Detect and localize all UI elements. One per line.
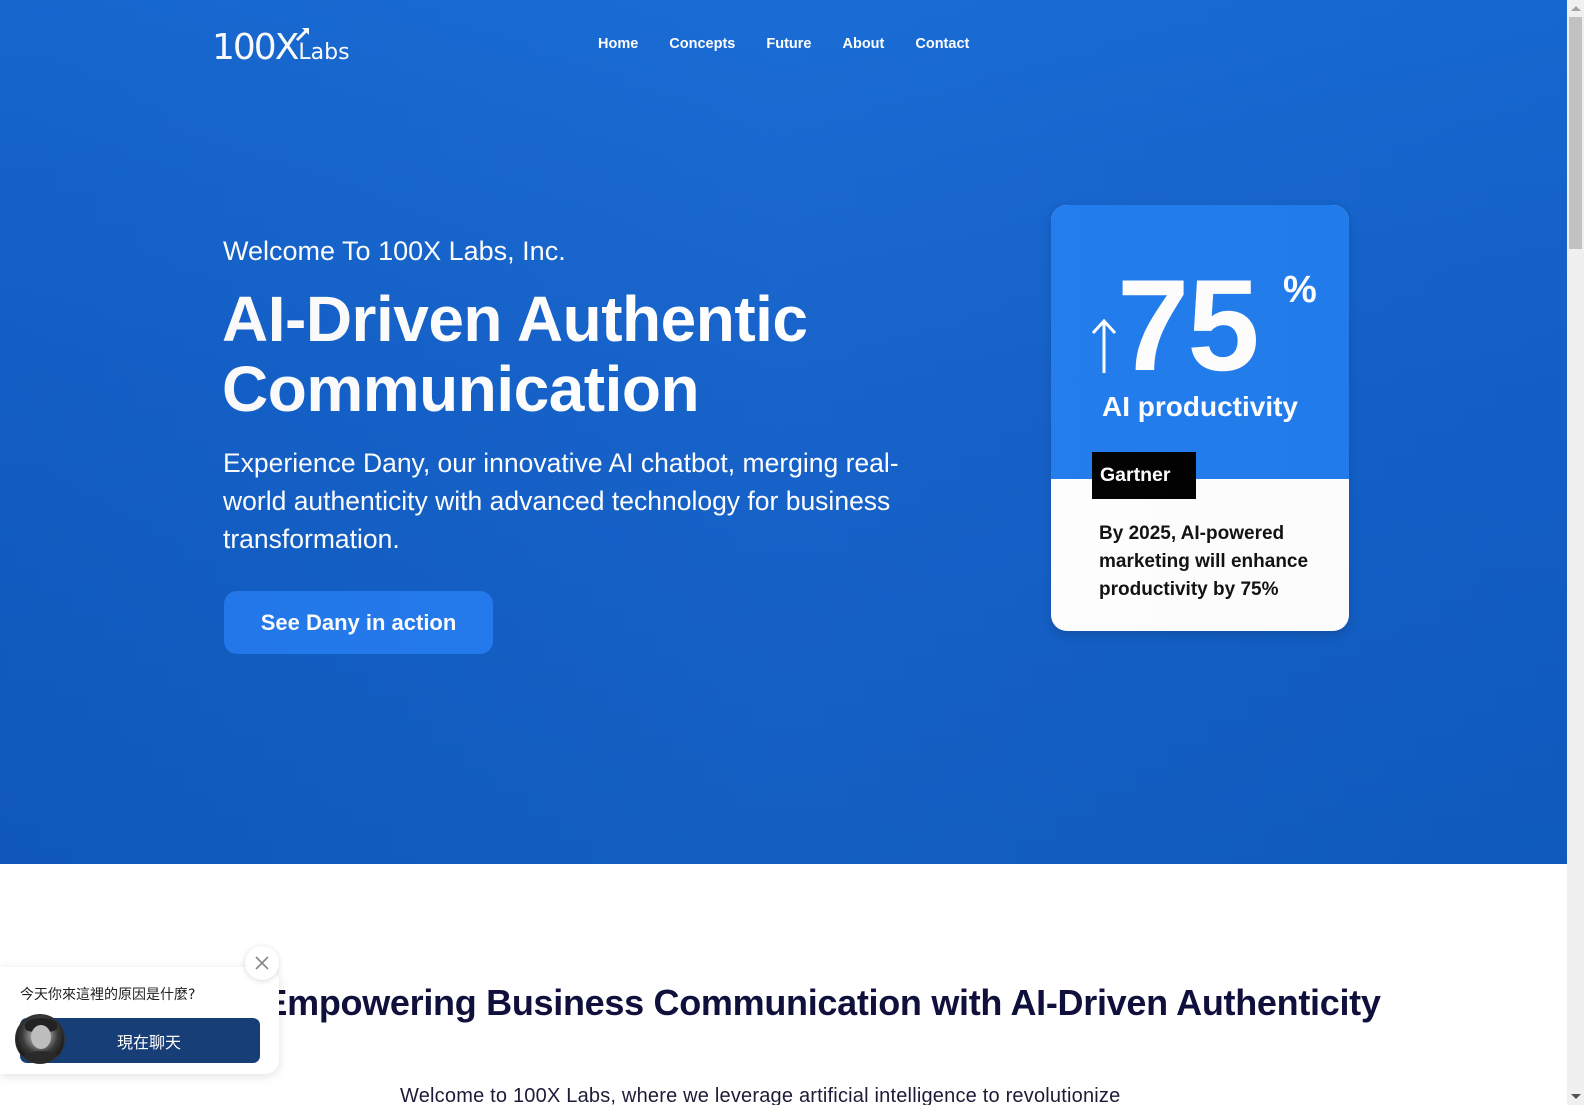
scroll-thumb[interactable]: [1569, 17, 1582, 249]
stat-quote: By 2025, AI-powered marketing will enhan…: [1099, 523, 1309, 600]
section-title-text: Empowering Business Communication with A…: [263, 982, 1381, 1023]
chat-widget: 今天你來這裡的原因是什麼? 現在聊天: [0, 967, 279, 1074]
logo-arrow-icon: [295, 28, 309, 42]
nav-future[interactable]: Future: [766, 36, 811, 52]
see-dany-button[interactable]: See Dany in action: [224, 591, 493, 654]
nav-about[interactable]: About: [842, 36, 884, 52]
close-icon: [255, 956, 269, 970]
logo-main-text: 100X: [212, 27, 299, 68]
avatar[interactable]: [15, 1014, 65, 1064]
chat-prompt: 今天你來這裡的原因是什麼?: [20, 987, 196, 1003]
scroll-up-arrow-icon[interactable]: [1571, 6, 1581, 11]
hero-subtext: Experience Dany, our innovative AI chatb…: [223, 448, 899, 554]
stat-number: 75: [1117, 252, 1260, 398]
avatar-body: [21, 1051, 61, 1063]
hero-welcome: Welcome To 100X Labs, Inc.: [223, 236, 566, 266]
stat-card: 75 % AI productivity Gartner By 2025, AI…: [1051, 205, 1349, 631]
nav-contact[interactable]: Contact: [915, 36, 969, 52]
chat-close-button[interactable]: [245, 946, 279, 980]
section-intro: Welcome to 100X Labs, where we leverage …: [400, 1085, 1121, 1105]
stat-unit: %: [1283, 269, 1317, 311]
avatar-face: [31, 1025, 51, 1049]
page: 100X Labs Home Concepts Future About Con…: [0, 0, 1567, 1105]
logo-sub-text: Labs: [298, 40, 350, 65]
logo[interactable]: 100X Labs: [212, 26, 350, 66]
stat-label: AI productivity: [1101, 391, 1298, 422]
hero-section: 100X Labs Home Concepts Future About Con…: [0, 0, 1567, 864]
main-nav: Home Concepts Future About Contact: [598, 36, 1000, 52]
scroll-down-arrow-icon[interactable]: [1571, 1094, 1581, 1099]
vertical-scrollbar[interactable]: [1567, 0, 1584, 1105]
up-arrow-icon: [1091, 318, 1117, 373]
stat-card-top: 75 % AI productivity: [1051, 205, 1349, 479]
hero-headline: AI-Driven Authentic Communication: [222, 283, 808, 425]
stat-source-badge: Gartner: [1092, 452, 1196, 499]
nav-concepts[interactable]: Concepts: [669, 36, 735, 52]
nav-home[interactable]: Home: [598, 36, 638, 52]
